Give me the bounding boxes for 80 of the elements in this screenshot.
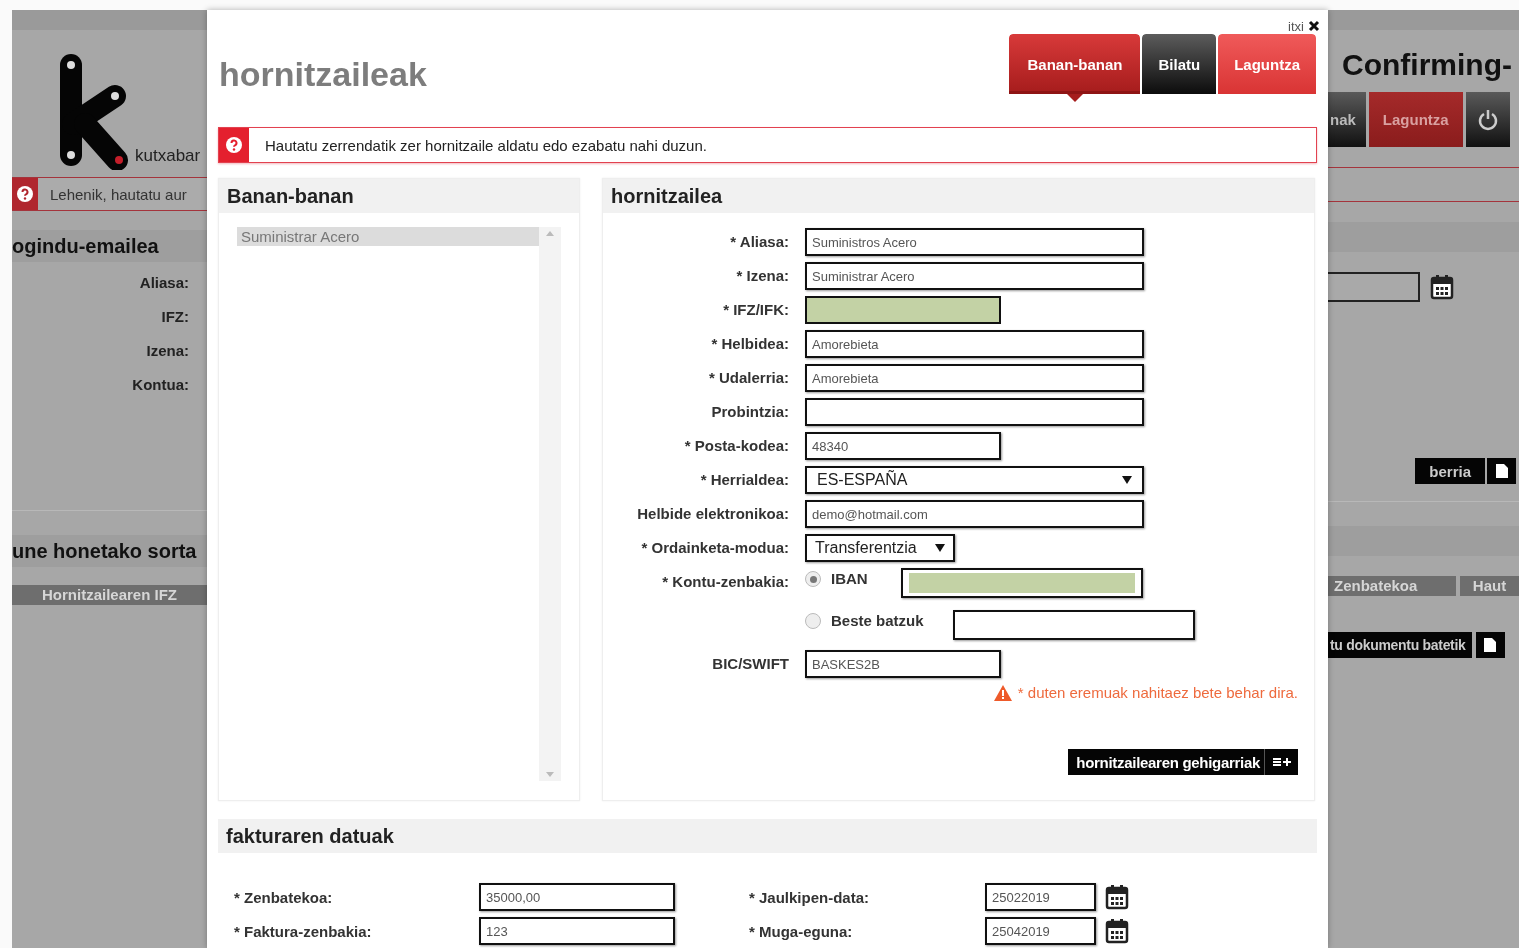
radio-button[interactable] [805,571,821,587]
import-button[interactable]: tu dokumentu batetik [1328,632,1472,658]
field-label: Helbide elektronikoa: [637,504,789,524]
section-title: ogindu-emailea [12,230,207,262]
field-label: IFZ: [161,308,189,325]
field-label: Probintzia: [711,402,789,422]
field-label: Aliasa: [139,274,189,291]
text-input[interactable]: 35000,00 [479,883,675,911]
document-button[interactable] [1475,632,1505,658]
dialog-title: hornitzaileak [219,55,427,95]
text-input[interactable]: Suministros Acero [805,228,1144,256]
field-label: * IFZ/IFK: [723,300,789,320]
field-label: * Herrialdea: [700,470,789,490]
close-button[interactable]: itxi [1288,18,1320,34]
question-icon [16,185,34,203]
field-label: BIC/SWIFT [712,654,789,674]
power-icon [1476,108,1499,131]
text-input[interactable]: 48340 [805,432,1001,460]
date-input[interactable] [1328,272,1420,302]
document-button[interactable] [1487,458,1516,484]
power-button[interactable] [1465,92,1510,147]
dropdown-caret-icon [935,544,945,552]
section-title: une honetako sorta [12,535,207,567]
text-input[interactable]: 123 [479,917,675,945]
new-button[interactable]: berria [1415,458,1485,484]
text-input[interactable]: BASKES2B [805,650,1001,678]
section-title: fakturaren datuak [218,819,1317,853]
column-header: Hornitzailearen IFZ [12,585,207,605]
text-input[interactable]: Amorebieta [805,330,1144,358]
field-label: * Ordainketa-modua: [641,538,789,558]
field-label: * Faktura-zenbakia: [234,922,373,940]
text-input[interactable] [805,398,1144,426]
tab-button[interactable]: nak [1328,92,1366,147]
panel-title: Banan-banan [219,179,579,213]
date-input[interactable]: 25042019 [985,917,1096,945]
column-header: Haut [1460,576,1519,596]
field-label: Izena: [146,342,189,359]
field-label: * Zenbatekoa: [234,888,334,906]
text-input[interactable]: Amorebieta [805,364,1144,392]
redacted-input[interactable] [805,296,1001,324]
field-label: * Udalerria: [708,368,789,388]
column-header: Zenbatekoa [1328,576,1456,596]
message-text: Hautatu zerrendatik zer hornitzaile aldatu edo ezabatu nahi duzun. [265,136,707,154]
redacted-input[interactable] [901,568,1143,598]
question-icon [225,136,243,154]
more-button[interactable]: hornitzailearen gehigarriak [1068,749,1264,775]
tab-button[interactable]: Laguntza [1368,92,1463,147]
field-label: * Muga-eguna: [749,922,854,940]
list-add-icon [1272,757,1291,767]
text-input[interactable]: Suministrar Acero [805,262,1144,290]
field-label: * Kontu-zenbakia: [662,572,789,592]
document-icon [1483,637,1498,653]
warning-icon [993,684,1012,701]
page-title: Confirming- [1342,48,1513,82]
field-label: * Izena: [736,266,789,286]
calendar-icon[interactable] [1105,918,1129,944]
text-input[interactable]: demo@hotmail.com [805,500,1144,528]
panel-title: hornitzailea [603,179,1314,213]
required-note: * duten eremuak nahitaez bete behar dira. [1017,684,1298,701]
radio-label: IBAN [831,570,869,587]
field-label: * Aliasa: [730,232,789,252]
dropdown-caret-icon [1122,476,1132,484]
field-label: * Jaulkipen-data: [749,888,871,906]
add-button[interactable] [1264,749,1298,775]
field-label: * Posta-kodea: [684,436,789,456]
field-label: Kontua: [132,376,189,393]
notice-text: Lehenik, hautatu aur [50,185,187,203]
date-input[interactable]: 25022019 [985,883,1096,911]
select-field[interactable]: ES-ESPAÑA [805,466,1144,494]
calendar-icon[interactable] [1430,274,1454,300]
logo-text: kutxabar [135,146,201,167]
text-input[interactable] [953,610,1195,640]
calendar-icon[interactable] [1105,884,1129,910]
tab-button[interactable]: Banan-banan [1009,34,1141,102]
field-label: * Helbidea: [711,334,789,354]
close-icon [1308,20,1320,32]
select-field[interactable]: Transferentzia [805,534,955,562]
document-icon [1494,463,1509,479]
radio-label: Beste batzuk [831,612,925,629]
radio-button[interactable] [805,613,821,629]
